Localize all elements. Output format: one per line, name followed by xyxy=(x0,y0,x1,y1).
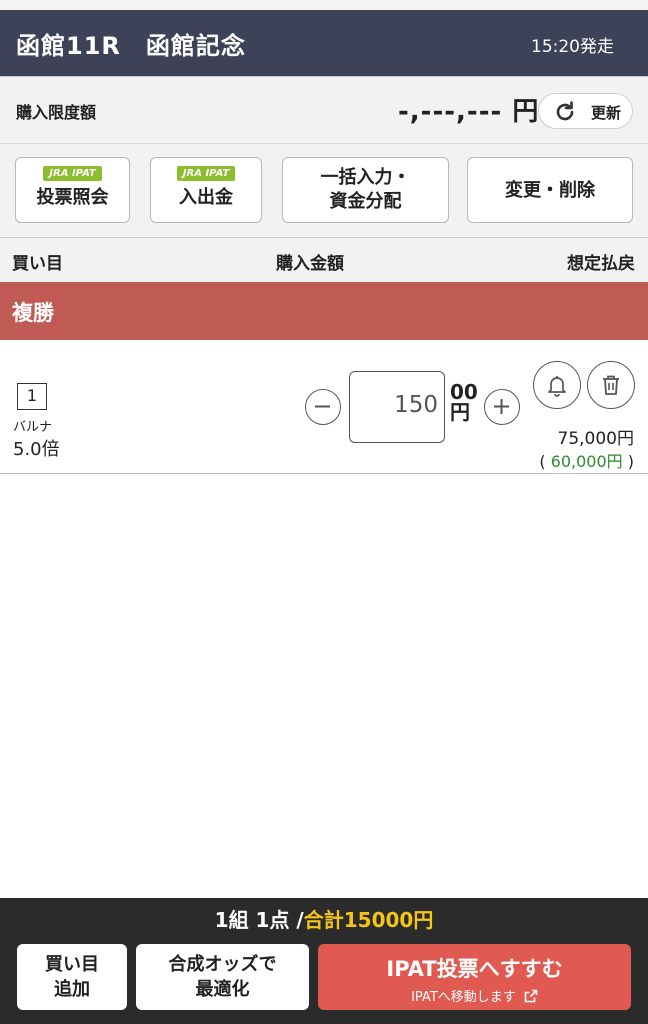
decrease-button[interactable] xyxy=(305,389,341,425)
bet-summary: 1組 1点 /合計15000円 xyxy=(0,904,648,933)
bulk-input-line2: 資金分配 xyxy=(329,191,402,212)
post-time: 15:20発走 xyxy=(531,37,614,57)
notify-button[interactable] xyxy=(533,361,581,409)
column-payout: 想定払戻 xyxy=(567,254,635,274)
vote-inquiry-button[interactable]: JRA IPAT 投票照会 xyxy=(15,157,130,223)
purchase-limit-amount: -,---,--- 円 xyxy=(398,97,540,127)
payout-min-value: 60,000円 xyxy=(550,452,623,471)
bet-type-header: 複勝 xyxy=(0,282,648,340)
payout-paren-open: ( xyxy=(539,452,546,471)
horse-odds: 5.0倍 xyxy=(13,439,60,460)
jra-ipat-badge: JRA IPAT xyxy=(43,166,102,181)
amount-unit-yen: 円 xyxy=(450,400,470,424)
minus-icon xyxy=(315,405,330,408)
add-bet-button[interactable]: 買い目 追加 xyxy=(17,944,127,1010)
expected-payout-min: ( 60,000円 ) xyxy=(539,448,634,472)
amount-unit: 00 円 xyxy=(450,382,478,422)
purchase-limit-row: 購入限度額 -,---,--- 円 更新 xyxy=(0,76,648,144)
optimize-line1: 合成オッズで xyxy=(168,954,277,975)
amount-input[interactable]: 150 xyxy=(349,371,445,443)
column-amount: 購入金額 xyxy=(276,254,344,274)
bet-summary-total: 合計15000円 xyxy=(303,908,434,932)
plus-icon xyxy=(494,399,509,414)
footer-bar: 1組 1点 /合計15000円 買い目 追加 合成オッズで 最適化 IPAT投票… xyxy=(0,898,648,1024)
ipat-vote-button[interactable]: IPAT投票へすすむ IPATへ移動します xyxy=(318,944,631,1010)
purchase-limit-label: 購入限度額 xyxy=(16,103,97,122)
race-title: 函館11R 函館記念 xyxy=(16,32,246,60)
refresh-label: 更新 xyxy=(591,104,622,122)
refresh-icon xyxy=(556,101,574,121)
optimize-odds-button[interactable]: 合成オッズで 最適化 xyxy=(136,944,309,1010)
ipat-vote-sublabel: IPATへ移動します xyxy=(318,986,631,1005)
race-header: 函館11R 函館記念 15:20発走 xyxy=(0,10,648,76)
top-strip xyxy=(0,0,648,10)
amount-unit-hundreds: 00 xyxy=(450,380,478,404)
amount-value: 150 xyxy=(394,392,438,418)
bell-icon xyxy=(548,376,566,397)
refresh-button[interactable]: 更新 xyxy=(538,93,633,129)
bet-row: 1 バルナ 5.0倍 150 00 円 75,000円 (60,000円) xyxy=(0,340,648,474)
vote-inquiry-label: 投票照会 xyxy=(36,187,109,208)
toolbar: JRA IPAT 投票照会 JRA IPAT 入出金 一括入力・ 資金分配 変更… xyxy=(0,144,648,238)
bulk-input-button[interactable]: 一括入力・ 資金分配 xyxy=(282,157,449,223)
optimize-line2: 最適化 xyxy=(195,979,250,1000)
column-bet: 買い目 xyxy=(12,254,63,274)
horse-number: 1 xyxy=(17,383,47,410)
increase-button[interactable] xyxy=(484,389,520,425)
external-link-icon xyxy=(524,989,538,1003)
add-bet-line1: 買い目 xyxy=(45,954,99,975)
change-delete-label: 変更・削除 xyxy=(505,180,595,201)
column-header: 買い目 購入金額 想定払戻 xyxy=(0,238,648,282)
payout-paren-close: ) xyxy=(627,452,634,471)
change-delete-button[interactable]: 変更・削除 xyxy=(467,157,633,223)
delete-button[interactable] xyxy=(587,361,635,409)
expected-payout: 75,000円 xyxy=(557,429,634,449)
ipat-vote-label: IPAT投票へすすむ xyxy=(386,957,563,981)
bet-summary-count: 1組 1点 / xyxy=(214,908,304,932)
add-bet-line2: 追加 xyxy=(54,979,90,1000)
bet-type-label: 複勝 xyxy=(12,301,54,325)
trash-icon xyxy=(603,375,619,395)
bulk-input-line1: 一括入力・ xyxy=(320,167,411,188)
deposit-button[interactable]: JRA IPAT 入出金 xyxy=(150,157,262,223)
ipat-move-text: IPATへ移動します xyxy=(411,990,516,1005)
horse-name: バルナ xyxy=(13,420,53,435)
deposit-label: 入出金 xyxy=(179,187,233,208)
jra-ipat-badge: JRA IPAT xyxy=(176,166,236,181)
